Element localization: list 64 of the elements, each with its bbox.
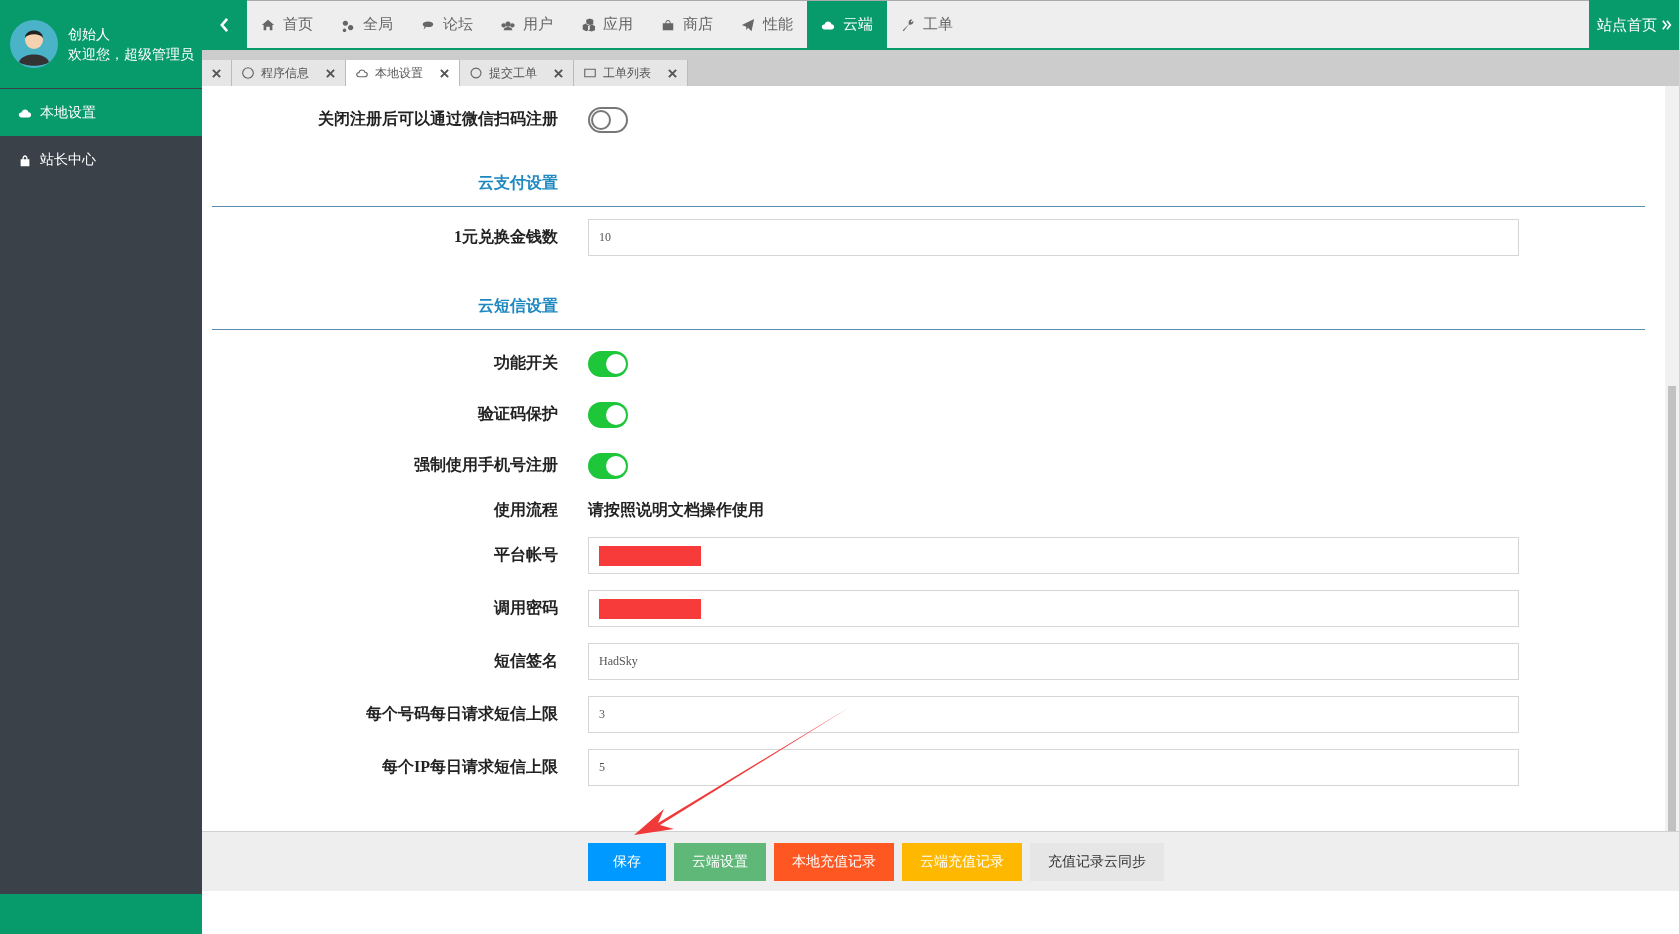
field-label: 关闭注册后可以通过微信扫码注册: [317, 109, 559, 129]
close-icon[interactable]: [554, 68, 563, 78]
bag-icon: [661, 17, 675, 32]
cloud-icon: [356, 67, 368, 79]
page-tab[interactable]: 提交工单: [460, 60, 574, 86]
nav-item[interactable]: 论坛: [407, 1, 487, 48]
site-home-link[interactable]: 站点首页: [1589, 0, 1679, 50]
wrench-icon: [901, 17, 915, 32]
input-field[interactable]: 5: [588, 749, 1519, 786]
input-field[interactable]: 10: [588, 219, 1519, 256]
nav-item[interactable]: 工单: [887, 1, 967, 48]
nav-item[interactable]: 商店: [647, 1, 727, 48]
field-label: 平台帐号: [493, 545, 559, 565]
nav-item[interactable]: 全局: [327, 1, 407, 48]
lock-icon: [18, 152, 32, 167]
close-icon[interactable]: [326, 68, 335, 78]
cubes-icon: [581, 17, 595, 32]
toggle-switch[interactable]: [588, 350, 628, 377]
field-label: 每个号码每日请求短信上限: [365, 704, 559, 724]
field-label: 1元兑换金钱数: [453, 227, 559, 247]
toggle-switch[interactable]: [588, 452, 628, 479]
nav-item[interactable]: 首页: [247, 1, 327, 48]
scrollbar-thumb[interactable]: [1668, 386, 1676, 831]
scrollbar[interactable]: [1665, 86, 1679, 831]
field-label: 每个IP每日请求短信上限: [381, 757, 559, 777]
input-field[interactable]: HadSky: [588, 643, 1519, 680]
field-label: 短信签名: [493, 651, 559, 671]
action-button[interactable]: 充值记录云同步: [1030, 842, 1164, 881]
list-icon: [584, 67, 596, 79]
page-tab[interactable]: 本地设置: [346, 60, 460, 86]
field-label: 验证码保护: [476, 404, 559, 424]
home-icon: [261, 17, 275, 32]
nav-item[interactable]: 应用: [567, 1, 647, 48]
input-field[interactable]: [588, 590, 1519, 627]
section-title: 云短信设置: [477, 296, 559, 316]
input-field[interactable]: [588, 537, 1519, 574]
avatar-icon: [10, 20, 58, 68]
nav-item[interactable]: 云端: [807, 1, 887, 48]
close-icon[interactable]: [440, 68, 449, 78]
close-icon[interactable]: [668, 68, 677, 78]
toggle-switch[interactable]: [588, 401, 628, 428]
nav-item[interactable]: 性能: [727, 1, 807, 48]
action-button[interactable]: 保存: [588, 842, 666, 881]
field-label: 强制使用手机号注册: [413, 455, 559, 475]
chevron-left-icon: [220, 18, 229, 32]
close-icon: [212, 68, 221, 78]
user-name: 创始人: [68, 25, 111, 44]
nav-item[interactable]: 用户: [487, 1, 567, 48]
field-label: 调用密码: [492, 598, 559, 618]
sidebar-item[interactable]: 本地设置: [0, 89, 202, 136]
sidebar-item[interactable]: 站长中心: [0, 136, 202, 183]
field-note: 请按照说明文档操作使用: [588, 499, 764, 520]
user-greeting: 欢迎您，超级管理员: [68, 45, 194, 64]
toggle-switch[interactable]: [588, 106, 628, 133]
plane-icon: [741, 17, 755, 32]
action-button[interactable]: 本地充值记录: [774, 842, 894, 881]
page-tab[interactable]: 程序信息: [232, 60, 346, 86]
field-label: 使用流程: [492, 499, 559, 520]
page-tab[interactable]: 工单列表: [574, 60, 688, 86]
close-all-tab[interactable]: [202, 60, 232, 86]
field-label: 功能开关: [493, 353, 559, 373]
double-chevron-icon: [1661, 20, 1672, 30]
input-field[interactable]: 3: [588, 696, 1519, 733]
section-title: 云支付设置: [477, 173, 559, 193]
